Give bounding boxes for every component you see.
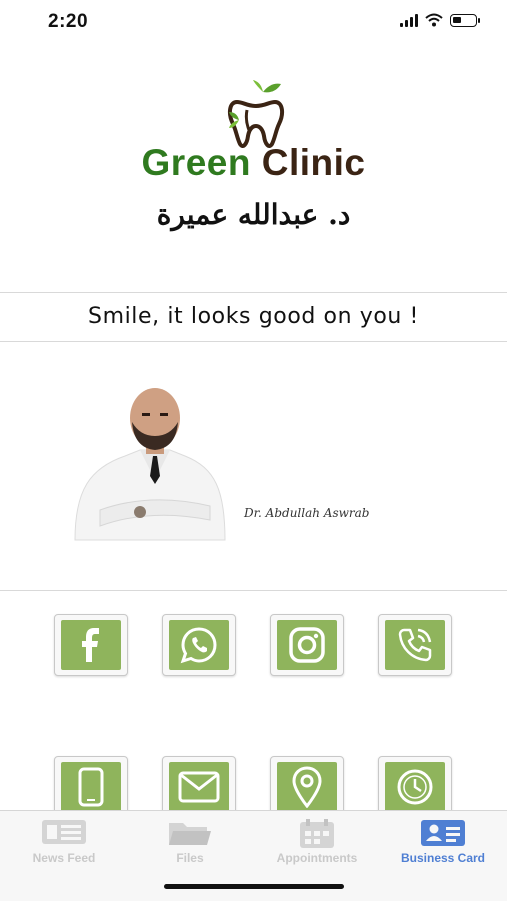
slogan-text: Smile, it looks good on you !: [88, 304, 419, 329]
status-icons: [400, 13, 480, 27]
email-button[interactable]: [162, 756, 236, 818]
wifi-icon: [425, 13, 443, 27]
phone-icon: [398, 628, 432, 662]
instagram-icon: [289, 627, 325, 663]
tab-appointments[interactable]: Appointments: [262, 811, 372, 871]
tab-label-business-card: Business Card: [400, 851, 486, 865]
tooth-logo-icon: [227, 80, 285, 148]
tab-news-feed[interactable]: News Feed: [10, 811, 118, 871]
contact-card-icon: [421, 820, 465, 846]
doctor-arabic-name: د. عبدالله عميرة: [156, 198, 351, 231]
phone-button[interactable]: [378, 614, 452, 676]
mobile-button[interactable]: [54, 756, 128, 818]
instagram-button[interactable]: [270, 614, 344, 676]
clinic-name-part1: Green: [141, 142, 251, 183]
tab-label-files: Files: [176, 851, 204, 865]
clinic-logo: Green Clinic د. عبدالله عميرة: [0, 70, 507, 240]
divider-middle: [0, 341, 507, 342]
status-time: 2:20: [48, 11, 89, 32]
divider-lower: [0, 590, 507, 591]
tab-label-news-feed: News Feed: [32, 851, 96, 865]
newspaper-icon: [42, 820, 86, 844]
clinic-name: Green Clinic: [0, 142, 507, 184]
tab-label-appointments: Appointments: [276, 851, 358, 865]
calendar-icon: [300, 819, 334, 848]
home-indicator[interactable]: [164, 884, 344, 889]
whatsapp-icon: [180, 627, 217, 664]
status-bar: 2:20: [0, 0, 507, 44]
cellular-signal-icon: [400, 13, 418, 27]
doctor-signature: Dr. Abdullah Aswrab: [244, 506, 370, 520]
hours-button[interactable]: [378, 756, 452, 818]
clock-icon: [397, 769, 433, 805]
whatsapp-button[interactable]: [162, 614, 236, 676]
tab-files[interactable]: Files: [136, 811, 244, 871]
location-pin-icon: [292, 766, 322, 808]
doctor-photo: [74, 388, 226, 541]
mobile-icon: [78, 767, 104, 807]
battery-icon: [450, 13, 480, 27]
tab-business-card[interactable]: Business Card: [388, 811, 498, 871]
facebook-icon: [82, 628, 99, 662]
folder-icon: [169, 823, 211, 845]
mail-icon: [178, 771, 220, 803]
clinic-name-part2: Clinic: [261, 142, 366, 183]
facebook-button[interactable]: [54, 614, 128, 676]
location-button[interactable]: [270, 756, 344, 818]
